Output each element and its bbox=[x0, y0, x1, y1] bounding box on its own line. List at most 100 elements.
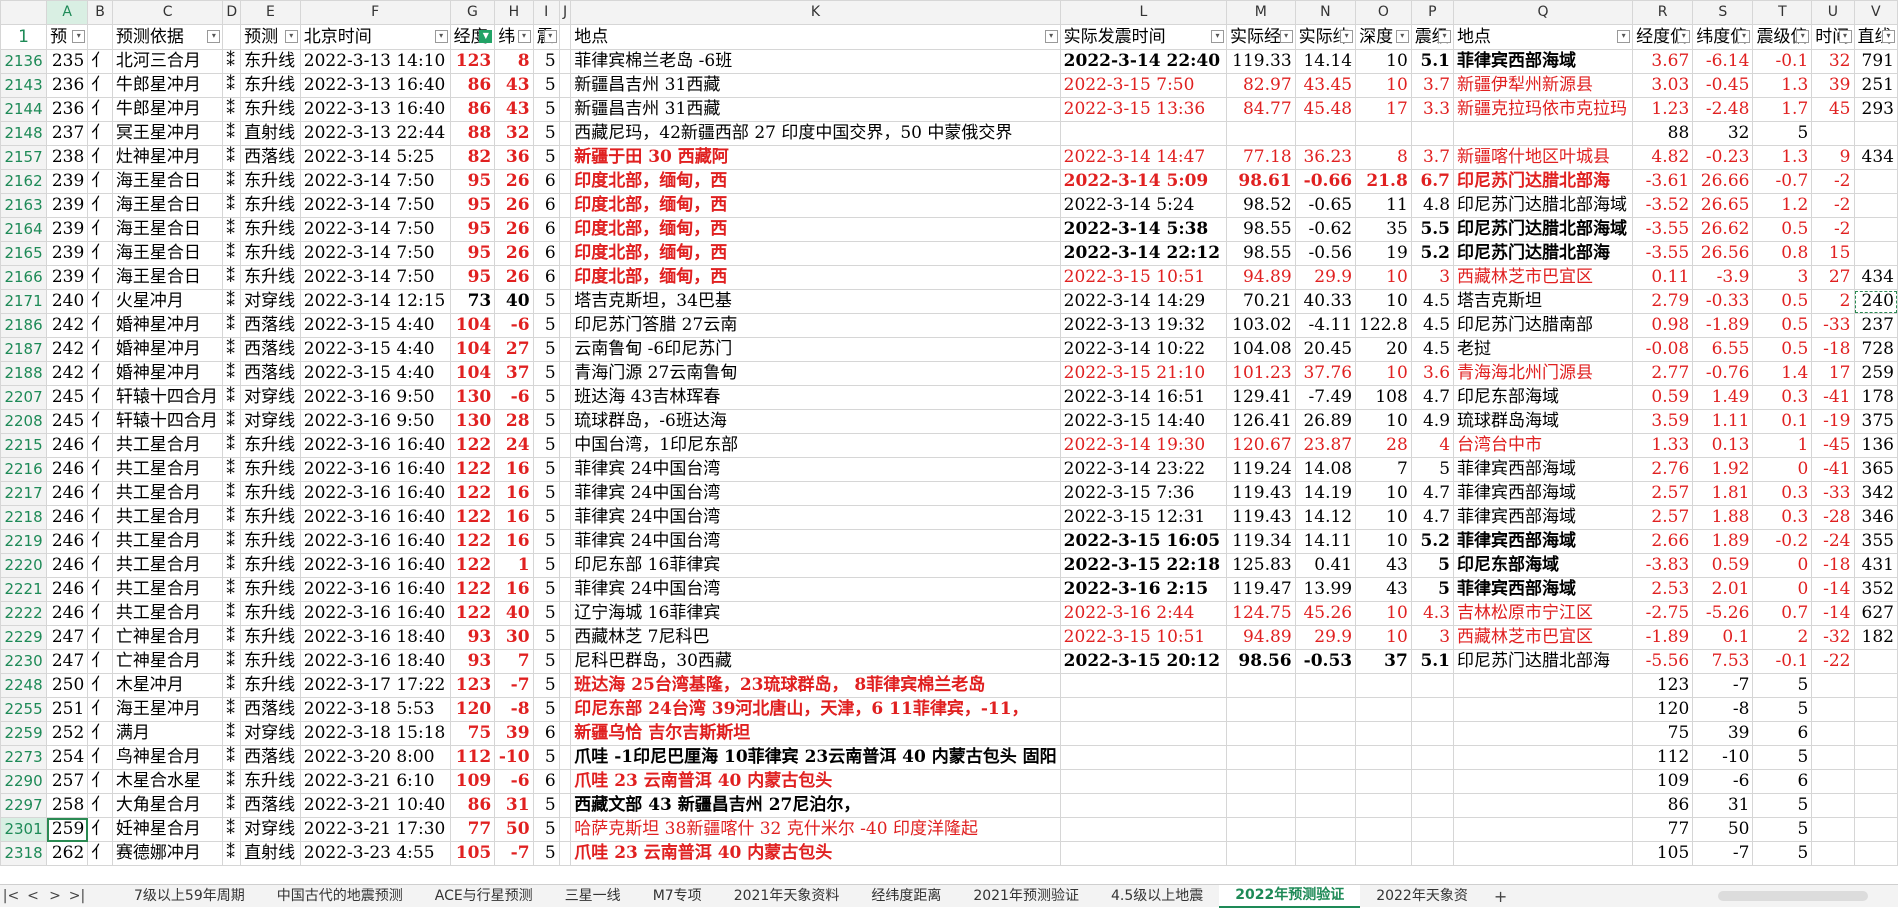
cell-S[interactable]: -0.76 bbox=[1692, 361, 1754, 386]
cell-L[interactable] bbox=[1059, 121, 1228, 146]
filter-dropdown-icon[interactable]: ▾ bbox=[1395, 30, 1409, 43]
cell-O[interactable]: 10 bbox=[1355, 409, 1412, 434]
cell-R[interactable]: 2.76 bbox=[1632, 457, 1694, 482]
row-header[interactable]: 2144 bbox=[0, 97, 48, 122]
cell-G[interactable]: 95 bbox=[449, 241, 496, 266]
cell-G[interactable]: 95 bbox=[449, 265, 496, 290]
cell-B[interactable]: 亻 bbox=[87, 193, 113, 218]
cell-F[interactable]: 2022-3-16 18:40 bbox=[299, 625, 451, 650]
cell-K[interactable]: 菲律宾 24中国台湾 bbox=[570, 577, 1061, 602]
cell-I[interactable]: 5 bbox=[532, 673, 560, 698]
cell-V[interactable]: 342 bbox=[1853, 481, 1898, 506]
cell-V[interactable]: 365 bbox=[1853, 457, 1898, 482]
cell-V[interactable] bbox=[1853, 673, 1898, 698]
cell-E[interactable]: 西落线 bbox=[240, 145, 301, 170]
cell-J[interactable] bbox=[558, 793, 572, 818]
cell-G[interactable]: 93 bbox=[449, 649, 496, 674]
cell-Q[interactable] bbox=[1453, 721, 1634, 746]
cell-F[interactable]: 2022-3-21 10:40 bbox=[299, 793, 451, 818]
cell-N[interactable]: 14.08 bbox=[1294, 457, 1357, 482]
cell-I[interactable]: 6 bbox=[532, 265, 560, 290]
add-sheet-button[interactable]: + bbox=[1484, 887, 1517, 906]
cell-E[interactable]: 东升线 bbox=[240, 73, 301, 98]
cell-I[interactable]: 5 bbox=[532, 505, 560, 530]
cell-J[interactable] bbox=[558, 145, 572, 170]
cell-I[interactable]: 5 bbox=[532, 433, 560, 458]
cell-D[interactable]: ⁑ bbox=[222, 337, 242, 362]
cell-N[interactable]: -0.56 bbox=[1294, 241, 1357, 266]
cell-O[interactable]: 17 bbox=[1355, 97, 1412, 122]
cell-S[interactable]: 6.55 bbox=[1692, 337, 1754, 362]
column-header-B[interactable]: B bbox=[87, 0, 113, 25]
cell-M[interactable]: 98.56 bbox=[1226, 649, 1296, 674]
cell-D[interactable]: ⁑ bbox=[222, 145, 242, 170]
cell-S[interactable]: 0.13 bbox=[1692, 433, 1754, 458]
row-header[interactable]: 2297 bbox=[0, 793, 48, 818]
cell-S[interactable]: -0.23 bbox=[1692, 145, 1754, 170]
cell-F[interactable]: 2022-3-13 14:10 bbox=[299, 49, 451, 74]
cell-I[interactable]: 5 bbox=[532, 553, 560, 578]
cell-G[interactable]: 122 bbox=[449, 601, 496, 626]
column-header-P[interactable]: P bbox=[1410, 0, 1455, 25]
cell-U[interactable]: -18 bbox=[1811, 553, 1855, 578]
cell-D[interactable]: ⁑ bbox=[222, 169, 242, 194]
cell-V[interactable] bbox=[1853, 721, 1898, 746]
row-header[interactable]: 2222 bbox=[0, 601, 48, 626]
cell-A[interactable]: 251 bbox=[46, 697, 89, 722]
cell-E[interactable]: 对穿线 bbox=[240, 385, 301, 410]
cell-G[interactable]: 122 bbox=[449, 481, 496, 506]
cell-B[interactable]: 亻 bbox=[87, 121, 113, 146]
header-cell[interactable]: 北京时间 ▾ bbox=[299, 24, 451, 50]
cell-N[interactable]: 29.9 bbox=[1294, 265, 1357, 290]
cell-U[interactable]: -14 bbox=[1811, 577, 1855, 602]
row-header[interactable]: 2273 bbox=[0, 745, 48, 770]
cell-K[interactable]: 菲律宾 24中国台湾 bbox=[570, 505, 1061, 530]
cell-B[interactable]: 亻 bbox=[87, 457, 113, 482]
cell-G[interactable]: 122 bbox=[449, 529, 496, 554]
sheet-tab[interactable]: ACE与行星预测 bbox=[419, 885, 549, 908]
cell-U[interactable]: 17 bbox=[1811, 361, 1855, 386]
cell-F[interactable]: 2022-3-21 17:30 bbox=[299, 817, 451, 842]
cell-M[interactable] bbox=[1226, 721, 1296, 746]
column-header-M[interactable]: M bbox=[1226, 0, 1296, 25]
cell-M[interactable]: 77.18 bbox=[1226, 145, 1296, 170]
column-header-E[interactable]: E bbox=[240, 0, 301, 25]
cell-L[interactable]: 2022-3-15 10:51 bbox=[1059, 625, 1228, 650]
cell-G[interactable]: 130 bbox=[449, 385, 496, 410]
cell-R[interactable]: 2.77 bbox=[1632, 361, 1694, 386]
cell-E[interactable]: 东升线 bbox=[240, 97, 301, 122]
header-cell[interactable]: 震级偏 ▾ bbox=[1752, 24, 1813, 50]
cell-G[interactable]: 73 bbox=[449, 289, 496, 314]
cell-V[interactable]: 627 bbox=[1853, 601, 1898, 626]
cell-L[interactable] bbox=[1059, 721, 1228, 746]
cell-T[interactable]: 0.3 bbox=[1752, 481, 1813, 506]
row-header[interactable]: 2248 bbox=[0, 673, 48, 698]
cell-H[interactable]: 26 bbox=[494, 193, 534, 218]
cell-F[interactable]: 2022-3-14 12:15 bbox=[299, 289, 451, 314]
cell-S[interactable]: 2.01 bbox=[1692, 577, 1754, 602]
cell-G[interactable]: 95 bbox=[449, 193, 496, 218]
cell-H[interactable]: 43 bbox=[494, 73, 534, 98]
cell-H[interactable]: 32 bbox=[494, 121, 534, 146]
cell-S[interactable]: -0.45 bbox=[1692, 73, 1754, 98]
cell-J[interactable] bbox=[558, 265, 572, 290]
cell-S[interactable]: -6 bbox=[1692, 769, 1754, 794]
cell-J[interactable] bbox=[558, 529, 572, 554]
cell-C[interactable]: 共工星合月 bbox=[111, 529, 224, 554]
cell-R[interactable]: -0.08 bbox=[1632, 337, 1694, 362]
cell-C[interactable]: 妊神星合月 bbox=[111, 817, 224, 842]
cell-R[interactable]: 112 bbox=[1632, 745, 1694, 770]
filter-dropdown-icon[interactable]: ▾ bbox=[284, 30, 298, 43]
cell-G[interactable]: 95 bbox=[449, 169, 496, 194]
cell-N[interactable]: 0.41 bbox=[1294, 553, 1357, 578]
cell-C[interactable]: 共工星合月 bbox=[111, 457, 224, 482]
cell-S[interactable]: 32 bbox=[1692, 121, 1754, 146]
cell-O[interactable]: 11 bbox=[1355, 193, 1412, 218]
cell-E[interactable]: 西落线 bbox=[240, 337, 301, 362]
cell-Q[interactable] bbox=[1453, 745, 1634, 770]
cell-H[interactable]: -7 bbox=[494, 841, 534, 866]
column-header-G[interactable]: G bbox=[449, 0, 496, 25]
cell-D[interactable]: ⁑ bbox=[222, 793, 242, 818]
cell-G[interactable]: 122 bbox=[449, 433, 496, 458]
cell-K[interactable]: 爪哇 -1印尼巴厘海 10菲律宾 23云南普洱 40 内蒙古包头 固阳 bbox=[570, 745, 1061, 770]
